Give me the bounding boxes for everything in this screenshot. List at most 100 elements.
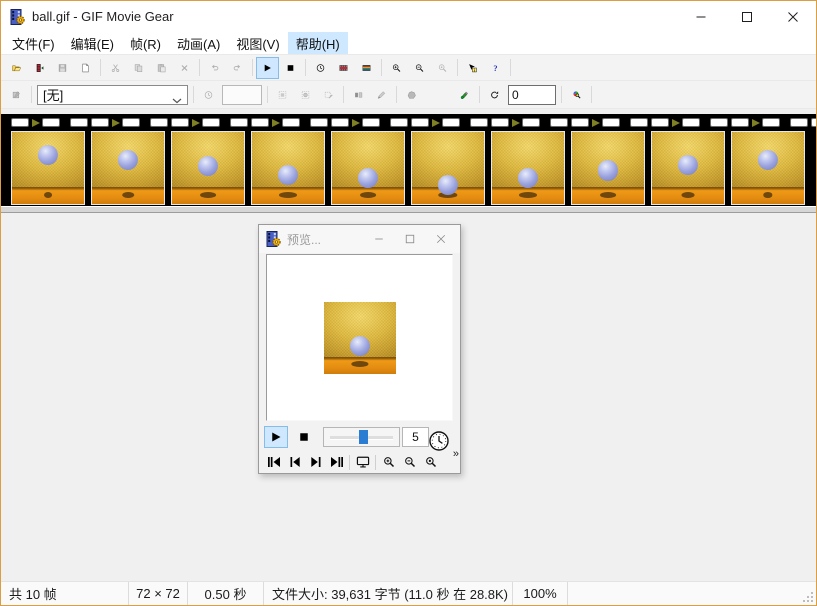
frame-slider[interactable] xyxy=(323,427,400,447)
status-cell-5: 100% xyxy=(513,582,568,605)
draw-frame-button[interactable] xyxy=(317,84,340,106)
redo-button[interactable] xyxy=(226,57,249,79)
film-frame-9[interactable] xyxy=(651,131,725,205)
ball xyxy=(518,168,538,188)
copy-button[interactable] xyxy=(127,57,150,79)
paste-button[interactable] xyxy=(150,57,173,79)
toolbar-separator xyxy=(591,86,592,103)
film-frame-7[interactable] xyxy=(491,131,565,205)
preview-play-button[interactable] xyxy=(264,426,288,448)
ball xyxy=(118,150,138,170)
save-button[interactable] xyxy=(51,57,74,79)
frame-method-combo[interactable]: [无] xyxy=(37,85,188,105)
delete-button[interactable] xyxy=(173,57,196,79)
frame-paint-button[interactable] xyxy=(453,84,476,106)
play-button[interactable] xyxy=(256,57,279,79)
palette-zoom-icon xyxy=(572,87,581,103)
preview-clock-button[interactable] xyxy=(309,57,332,79)
film-frame-5[interactable] xyxy=(331,131,405,205)
preview-minimize-button[interactable] xyxy=(363,227,394,251)
filmstrip[interactable] xyxy=(1,114,816,213)
prev-frame-button[interactable] xyxy=(284,453,305,472)
ball-artwork xyxy=(332,132,404,204)
last-frame-button[interactable] xyxy=(326,453,347,472)
frame-marker-icon xyxy=(752,119,760,127)
split-frame-button[interactable] xyxy=(347,84,370,106)
sprocket-group xyxy=(171,118,251,128)
slider-thumb[interactable] xyxy=(359,430,368,444)
film-frame-2[interactable] xyxy=(91,131,165,205)
film-frame-3[interactable] xyxy=(171,131,245,205)
delay-input[interactable] xyxy=(222,85,262,105)
toolbar-separator xyxy=(305,59,306,76)
toolbar-separator xyxy=(252,59,253,76)
zoom-actual-button[interactable] xyxy=(431,57,454,79)
loop-count-input[interactable] xyxy=(508,85,556,105)
ball-shadow xyxy=(763,192,772,198)
sprocket-hole xyxy=(811,118,816,127)
resize-grip[interactable] xyxy=(802,591,814,603)
menu-item-6[interactable]: 帮助(H) xyxy=(288,32,348,54)
transparency-button[interactable] xyxy=(271,84,294,106)
zoom-in-small-button[interactable] xyxy=(378,453,399,472)
preview-titlebar[interactable]: 预览... xyxy=(259,225,460,253)
preview-window[interactable]: 预览... 5 » xyxy=(258,224,461,474)
undo-button[interactable] xyxy=(203,57,226,79)
menu-item-4[interactable]: 动画(A) xyxy=(169,32,228,54)
sprocket-hole xyxy=(411,118,429,127)
animation-view-icon xyxy=(362,60,371,76)
film-frame-1[interactable] xyxy=(11,131,85,205)
toolbar-separator xyxy=(267,86,268,103)
film-frame-6[interactable] xyxy=(411,131,485,205)
statusbar: 共 10 帧72 × 720.50 秒文件大小: 39,631 字节 (11.0… xyxy=(1,581,816,605)
sprocket-hole xyxy=(522,118,540,127)
sprocket-hole xyxy=(762,118,780,127)
frame-marker-icon xyxy=(512,119,520,127)
sprocket-hole xyxy=(470,118,488,127)
preview-app-icon xyxy=(266,231,282,247)
loop-button[interactable] xyxy=(483,84,506,106)
menu-item-2[interactable]: 编辑(E) xyxy=(63,32,122,54)
edit-pen-button[interactable] xyxy=(370,84,393,106)
cut-button[interactable] xyxy=(104,57,127,79)
menu-item-5[interactable]: 视图(V) xyxy=(228,32,287,54)
animation-view-button[interactable] xyxy=(355,57,378,79)
delay-clock-button[interactable] xyxy=(197,84,220,106)
monitor-button[interactable] xyxy=(352,453,373,472)
polygon-button[interactable] xyxy=(400,84,423,106)
toolbar-separator xyxy=(100,59,101,76)
filmstrip-view-button[interactable] xyxy=(332,57,355,79)
film-frame-8[interactable] xyxy=(571,131,645,205)
sprocket-hole xyxy=(682,118,700,127)
maximize-button[interactable] xyxy=(724,1,770,32)
open-button[interactable] xyxy=(5,57,28,79)
preview-maximize-button[interactable] xyxy=(394,227,425,251)
help-button[interactable]: ? xyxy=(484,57,507,79)
main-toolbar: i? xyxy=(1,54,816,80)
zoom-in-button[interactable] xyxy=(385,57,408,79)
insert-frames-button[interactable] xyxy=(28,57,51,79)
ball-shadow xyxy=(122,192,134,198)
zoom-out-small-button[interactable] xyxy=(399,453,420,472)
local-palette-button[interactable] xyxy=(294,84,317,106)
stop-button[interactable] xyxy=(279,57,302,79)
film-frame-4[interactable] xyxy=(251,131,325,205)
preview-close-button[interactable] xyxy=(425,227,456,251)
zoom-out-button[interactable] xyxy=(408,57,431,79)
context-help-button[interactable]: i xyxy=(461,57,484,79)
next-frame-button[interactable] xyxy=(305,453,326,472)
ball-shadow xyxy=(360,192,376,198)
titlebar[interactable]: ball.gif - GIF Movie Gear xyxy=(1,1,816,32)
minimize-button[interactable] xyxy=(678,1,724,32)
menu-item-1[interactable]: 文件(F) xyxy=(4,32,63,54)
film-frame-10[interactable] xyxy=(731,131,805,205)
new-document-button[interactable] xyxy=(74,57,97,79)
palette-zoom-button[interactable] xyxy=(565,84,588,106)
first-frame-button[interactable] xyxy=(263,453,284,472)
close-button[interactable] xyxy=(770,1,816,32)
menu-item-3[interactable]: 帧(R) xyxy=(122,32,169,54)
frame-properties-button[interactable] xyxy=(5,84,28,106)
sprocket-hole xyxy=(731,118,749,127)
preview-stop-button[interactable] xyxy=(292,426,316,448)
preview-clock-popup[interactable]: » xyxy=(428,430,458,458)
